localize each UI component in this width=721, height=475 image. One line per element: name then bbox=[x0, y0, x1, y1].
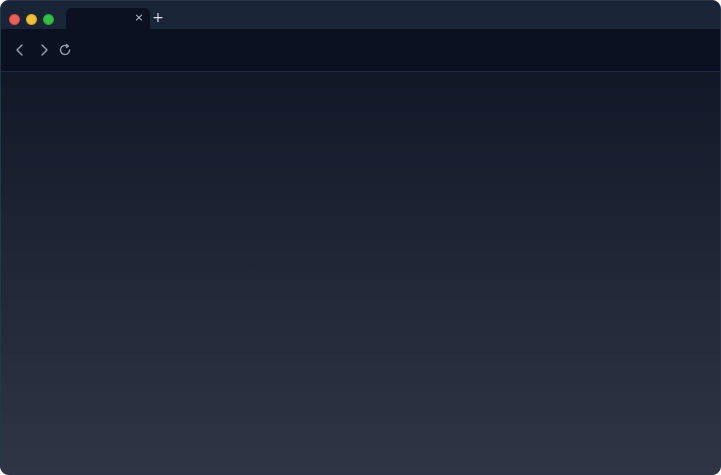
chevron-left-icon bbox=[16, 44, 23, 56]
tab-active[interactable]: × bbox=[66, 8, 150, 29]
reload-icon bbox=[59, 43, 71, 56]
tab-close-icon[interactable]: × bbox=[132, 10, 146, 26]
window-maximize-button[interactable] bbox=[43, 14, 54, 25]
new-tab-icon[interactable]: + bbox=[151, 10, 165, 26]
browser-window: × + bbox=[0, 0, 721, 475]
forward-button[interactable] bbox=[35, 41, 53, 59]
tab-strip: × + bbox=[1, 1, 720, 29]
back-button[interactable] bbox=[11, 41, 29, 59]
window-minimize-button[interactable] bbox=[26, 14, 37, 25]
window-close-button[interactable] bbox=[9, 14, 20, 25]
reload-button[interactable] bbox=[56, 41, 74, 59]
chevron-right-icon bbox=[41, 44, 48, 56]
navigation-toolbar bbox=[1, 29, 720, 72]
page-content-area bbox=[1, 72, 720, 474]
